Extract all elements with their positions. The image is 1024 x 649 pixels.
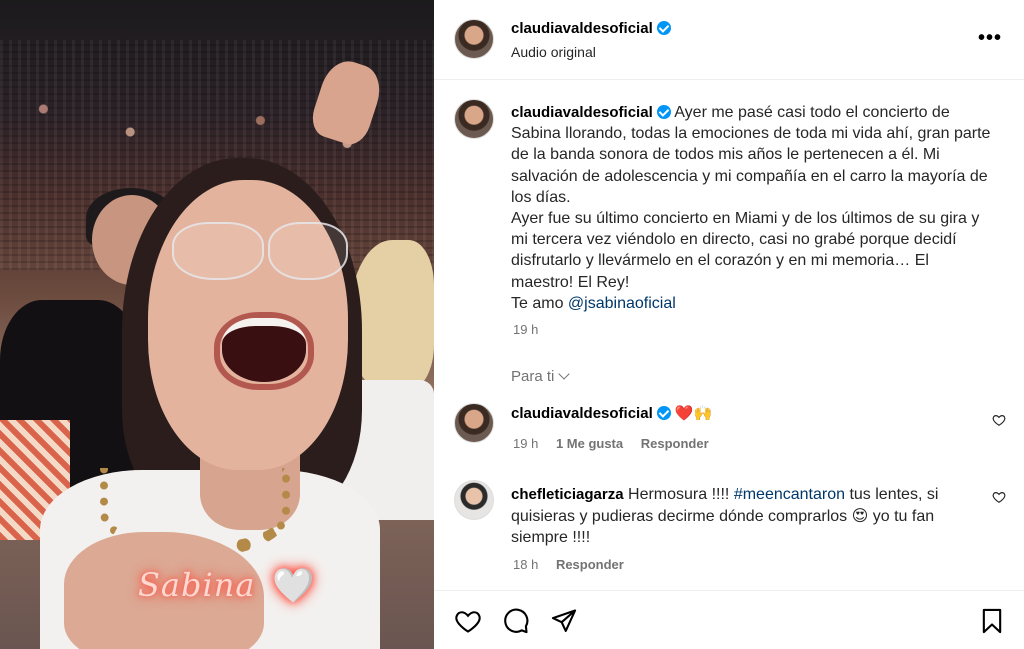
header-username-row: claudiavaldesoficial	[511, 20, 671, 38]
comment-text: ❤️🙌	[674, 405, 713, 422]
comment-username[interactable]: claudiavaldesoficial	[511, 405, 653, 422]
heart-icon[interactable]	[454, 607, 482, 635]
sabina-sticker: Sabina	[138, 566, 256, 604]
hashtag-link[interactable]: #meencantaron	[734, 486, 845, 503]
para-ti-dropdown[interactable]: Para ti	[511, 368, 571, 385]
comment-meta: 18 h Responder	[513, 557, 638, 572]
avatar[interactable]	[454, 19, 494, 59]
chevron-down-icon	[558, 368, 571, 380]
verified-badge-icon	[656, 105, 671, 119]
comment-avatar[interactable]	[454, 403, 494, 443]
more-options-button[interactable]: •••	[978, 28, 1002, 48]
header-username[interactable]: claudiavaldesoficial	[511, 20, 653, 37]
verified-badge-icon	[656, 406, 671, 420]
share-icon[interactable]	[550, 607, 578, 635]
post-media[interactable]: Sabina 🤍	[0, 0, 434, 649]
mention-link[interactable]: @jsabinaoficial	[568, 295, 676, 312]
glasses-right	[268, 222, 348, 280]
post-caption: claudiavaldesoficial Ayer me pasé casi t…	[511, 102, 991, 314]
glasses-left	[172, 222, 264, 280]
reply-button[interactable]: Responder	[556, 557, 624, 572]
action-bar	[434, 590, 1024, 649]
para-ti-label: Para ti	[511, 368, 555, 385]
comment-time[interactable]: 19 h	[513, 436, 538, 451]
reply-button[interactable]: Responder	[641, 436, 709, 451]
heart-icon[interactable]	[992, 413, 1006, 427]
heart-icon[interactable]	[992, 490, 1006, 504]
caption-time[interactable]: 19 h	[513, 322, 538, 337]
bookmark-icon[interactable]	[978, 607, 1006, 635]
comment-time[interactable]: 18 h	[513, 557, 538, 572]
caption-username[interactable]: claudiavaldesoficial	[511, 104, 653, 121]
heart-sticker-icon: 🤍	[272, 567, 315, 605]
caption-text: Ayer me pasé casi todo el concierto de S…	[511, 104, 991, 312]
comment-likes[interactable]: 1 Me gusta	[556, 436, 623, 451]
post-panel: claudiavaldesoficial Audio original ••• …	[434, 0, 1024, 649]
post-header: claudiavaldesoficial Audio original •••	[434, 0, 1024, 80]
comment-text: Hermosura !!!!	[628, 486, 734, 503]
caption-avatar[interactable]	[454, 99, 494, 139]
comment-avatar[interactable]	[454, 480, 494, 520]
verified-badge-icon	[656, 21, 671, 35]
subject-mouth	[222, 318, 306, 382]
background-person-blonde	[350, 240, 434, 390]
comment: chefleticiagarza Hermosura !!!! #meencan…	[511, 484, 981, 549]
comment-icon[interactable]	[502, 607, 530, 635]
audio-link[interactable]: Audio original	[511, 44, 596, 60]
comment: claudiavaldesoficial ❤️🙌	[511, 404, 712, 422]
comment-meta: 19 h 1 Me gusta Responder	[513, 436, 723, 451]
comment-username[interactable]: chefleticiagarza	[511, 486, 624, 503]
